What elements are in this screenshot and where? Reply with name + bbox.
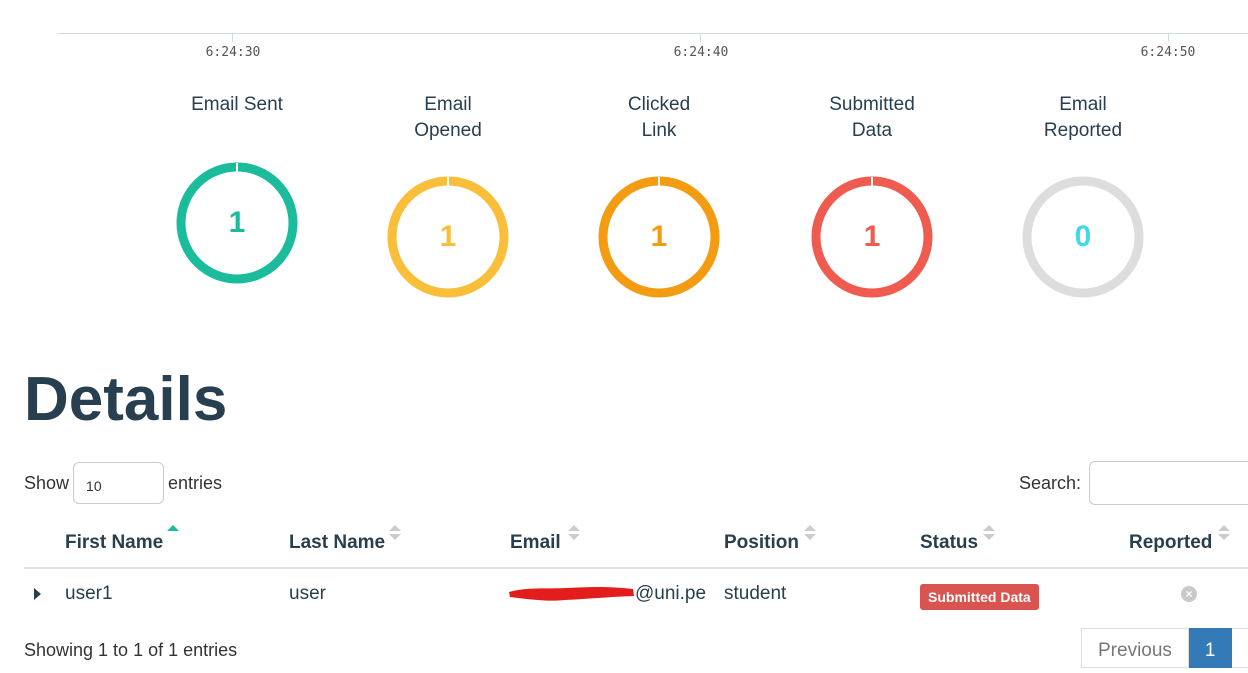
donut-value: 1: [597, 175, 721, 299]
donut-email-reported: 0: [1021, 175, 1145, 299]
column-header-label: Last Name: [289, 532, 385, 553]
sort-icon: [804, 525, 816, 543]
timeline-tick: [232, 34, 233, 42]
column-header-label: Reported: [1129, 532, 1212, 553]
redaction-mark: [507, 583, 635, 603]
pagination-next[interactable]: N: [1232, 628, 1248, 668]
length-label-show: Show: [24, 473, 69, 494]
timeline-tick-label: 6:24:30: [206, 45, 261, 60]
expand-row-icon[interactable]: [34, 588, 41, 600]
donut-value: 0: [1021, 175, 1145, 299]
search-input[interactable]: [1089, 461, 1248, 505]
sort-icon: [568, 525, 580, 543]
cell-first-name: user1: [65, 569, 113, 619]
search-label: Search:: [1019, 473, 1081, 494]
table-row[interactable]: user1 user @uni.pe student Submitted Dat…: [24, 569, 1248, 619]
column-header-label: First Name: [65, 532, 163, 553]
donut-submitted-data: 1: [810, 175, 934, 299]
column-header-label: Status: [920, 532, 978, 553]
stat-clicked-link: Clicked Link: [569, 92, 749, 144]
pagination-page-1[interactable]: 1: [1189, 628, 1232, 668]
donut-value: 1: [810, 175, 934, 299]
stat-email-sent: Email Sent: [147, 92, 327, 118]
cell-email: @uni.pe: [635, 569, 706, 619]
column-header-status[interactable]: Status: [920, 521, 978, 567]
cell-last-name: user: [289, 569, 326, 619]
search-control: Search:: [1019, 461, 1248, 505]
timeline-tick: [1168, 34, 1169, 42]
cell-position: student: [724, 569, 786, 619]
column-header-first-name[interactable]: First Name: [65, 521, 163, 567]
donut-email-opened: 1: [386, 175, 510, 299]
stat-email-opened: Email Opened: [358, 92, 538, 144]
sort-icon: [1218, 525, 1230, 543]
stat-submitted-data: Submitted Data: [782, 92, 962, 144]
donut-value: 1: [175, 161, 299, 285]
donut-value: 1: [386, 175, 510, 299]
stat-label: Clicked Link: [569, 92, 749, 144]
table-header: First Name Last Name Email Position Stat…: [24, 521, 1248, 569]
length-label-entries: entries: [168, 473, 222, 494]
timeline-tick: [700, 34, 701, 42]
stat-label: Submitted Data: [782, 92, 962, 144]
entries-length-control: Show 10 entries: [24, 461, 222, 505]
sort-icon: [389, 525, 401, 543]
column-header-reported[interactable]: Reported: [1129, 521, 1212, 567]
column-header-label: Position: [724, 532, 799, 553]
stat-label: Email Sent: [147, 92, 327, 118]
column-header-last-name[interactable]: Last Name: [289, 521, 385, 567]
circle-x-icon: ×: [1181, 586, 1197, 602]
column-header-position[interactable]: Position: [724, 521, 799, 567]
sort-icon: [983, 525, 995, 543]
status-badge: Submitted Data: [920, 584, 1039, 610]
column-header-label: Email: [510, 532, 561, 553]
timeline-tick-label: 6:24:40: [674, 45, 729, 60]
stat-label: Email Opened: [358, 92, 538, 144]
timeline-tick-label: 6:24:50: [1141, 45, 1196, 60]
stat-label: Email Reported: [993, 92, 1173, 144]
stat-email-reported: Email Reported: [993, 92, 1173, 144]
column-header-email[interactable]: Email: [510, 521, 561, 567]
sort-ascending-icon: [167, 525, 179, 543]
timeline-axis: [57, 33, 1248, 34]
donut-clicked-link: 1: [597, 175, 721, 299]
pagination: Previous 1 N: [1081, 628, 1248, 668]
entries-length-input[interactable]: 10: [73, 462, 164, 504]
donut-email-sent: 1: [175, 161, 299, 285]
pagination-previous[interactable]: Previous: [1081, 628, 1189, 668]
table-info: Showing 1 to 1 of 1 entries: [24, 640, 237, 661]
details-heading: Details: [24, 364, 227, 435]
